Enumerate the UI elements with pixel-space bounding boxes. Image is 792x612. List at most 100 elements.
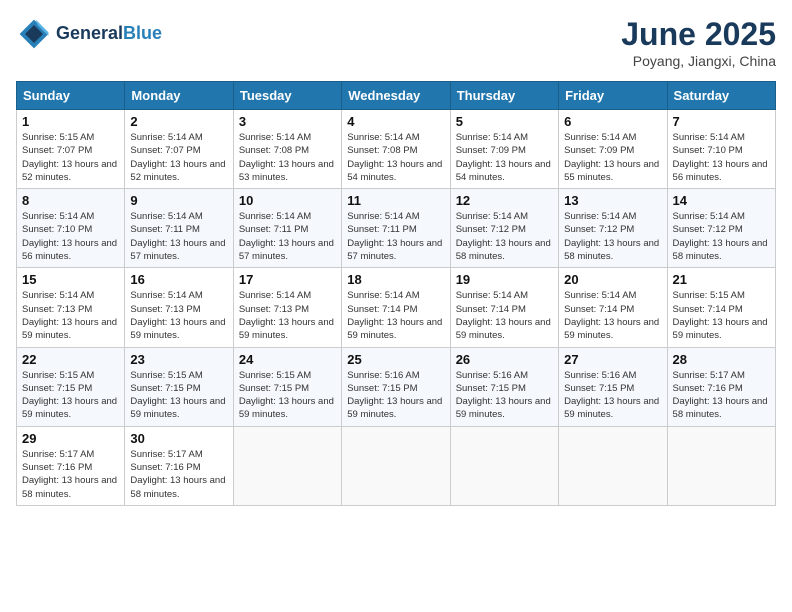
calendar-cell: 26 Sunrise: 5:16 AMSunset: 7:15 PMDaylig… xyxy=(450,347,558,426)
day-number: 22 xyxy=(22,352,119,367)
day-detail: Sunrise: 5:14 AMSunset: 7:08 PMDaylight:… xyxy=(239,131,336,184)
day-number: 26 xyxy=(456,352,553,367)
calendar-cell: 20 Sunrise: 5:14 AMSunset: 7:14 PMDaylig… xyxy=(559,268,667,347)
weekday-header-row: SundayMondayTuesdayWednesdayThursdayFrid… xyxy=(17,82,776,110)
calendar-cell: 2 Sunrise: 5:14 AMSunset: 7:07 PMDayligh… xyxy=(125,110,233,189)
day-detail: Sunrise: 5:14 AMSunset: 7:11 PMDaylight:… xyxy=(239,210,336,263)
day-detail: Sunrise: 5:14 AMSunset: 7:12 PMDaylight:… xyxy=(456,210,553,263)
day-number: 4 xyxy=(347,114,444,129)
calendar-cell: 18 Sunrise: 5:14 AMSunset: 7:14 PMDaylig… xyxy=(342,268,450,347)
day-number: 23 xyxy=(130,352,227,367)
calendar-week-row: 8 Sunrise: 5:14 AMSunset: 7:10 PMDayligh… xyxy=(17,189,776,268)
day-detail: Sunrise: 5:14 AMSunset: 7:14 PMDaylight:… xyxy=(564,289,661,342)
day-detail: Sunrise: 5:14 AMSunset: 7:10 PMDaylight:… xyxy=(673,131,770,184)
calendar-cell: 28 Sunrise: 5:17 AMSunset: 7:16 PMDaylig… xyxy=(667,347,775,426)
day-detail: Sunrise: 5:14 AMSunset: 7:14 PMDaylight:… xyxy=(347,289,444,342)
calendar-cell: 7 Sunrise: 5:14 AMSunset: 7:10 PMDayligh… xyxy=(667,110,775,189)
weekday-header: Wednesday xyxy=(342,82,450,110)
day-number: 3 xyxy=(239,114,336,129)
day-detail: Sunrise: 5:15 AMSunset: 7:07 PMDaylight:… xyxy=(22,131,119,184)
day-detail: Sunrise: 5:15 AMSunset: 7:15 PMDaylight:… xyxy=(239,369,336,422)
day-detail: Sunrise: 5:14 AMSunset: 7:07 PMDaylight:… xyxy=(130,131,227,184)
calendar-cell: 14 Sunrise: 5:14 AMSunset: 7:12 PMDaylig… xyxy=(667,189,775,268)
calendar-cell: 1 Sunrise: 5:15 AMSunset: 7:07 PMDayligh… xyxy=(17,110,125,189)
calendar-cell: 6 Sunrise: 5:14 AMSunset: 7:09 PMDayligh… xyxy=(559,110,667,189)
calendar-week-row: 29 Sunrise: 5:17 AMSunset: 7:16 PMDaylig… xyxy=(17,426,776,505)
calendar-cell: 30 Sunrise: 5:17 AMSunset: 7:16 PMDaylig… xyxy=(125,426,233,505)
day-detail: Sunrise: 5:14 AMSunset: 7:13 PMDaylight:… xyxy=(239,289,336,342)
day-detail: Sunrise: 5:14 AMSunset: 7:12 PMDaylight:… xyxy=(673,210,770,263)
calendar-table: SundayMondayTuesdayWednesdayThursdayFrid… xyxy=(16,81,776,506)
weekday-header: Monday xyxy=(125,82,233,110)
day-detail: Sunrise: 5:15 AMSunset: 7:15 PMDaylight:… xyxy=(130,369,227,422)
day-number: 18 xyxy=(347,272,444,287)
day-detail: Sunrise: 5:14 AMSunset: 7:12 PMDaylight:… xyxy=(564,210,661,263)
calendar-cell: 13 Sunrise: 5:14 AMSunset: 7:12 PMDaylig… xyxy=(559,189,667,268)
calendar-cell: 29 Sunrise: 5:17 AMSunset: 7:16 PMDaylig… xyxy=(17,426,125,505)
day-number: 29 xyxy=(22,431,119,446)
day-detail: Sunrise: 5:16 AMSunset: 7:15 PMDaylight:… xyxy=(347,369,444,422)
day-number: 7 xyxy=(673,114,770,129)
calendar-cell: 21 Sunrise: 5:15 AMSunset: 7:14 PMDaylig… xyxy=(667,268,775,347)
logo-icon xyxy=(16,16,52,52)
day-detail: Sunrise: 5:14 AMSunset: 7:08 PMDaylight:… xyxy=(347,131,444,184)
calendar-cell xyxy=(342,426,450,505)
calendar-cell: 5 Sunrise: 5:14 AMSunset: 7:09 PMDayligh… xyxy=(450,110,558,189)
calendar-cell: 15 Sunrise: 5:14 AMSunset: 7:13 PMDaylig… xyxy=(17,268,125,347)
calendar-cell: 17 Sunrise: 5:14 AMSunset: 7:13 PMDaylig… xyxy=(233,268,341,347)
day-number: 16 xyxy=(130,272,227,287)
calendar-cell xyxy=(667,426,775,505)
calendar-cell: 3 Sunrise: 5:14 AMSunset: 7:08 PMDayligh… xyxy=(233,110,341,189)
weekday-header: Saturday xyxy=(667,82,775,110)
day-number: 24 xyxy=(239,352,336,367)
day-number: 8 xyxy=(22,193,119,208)
day-number: 14 xyxy=(673,193,770,208)
day-number: 13 xyxy=(564,193,661,208)
day-number: 10 xyxy=(239,193,336,208)
day-number: 19 xyxy=(456,272,553,287)
calendar-cell: 4 Sunrise: 5:14 AMSunset: 7:08 PMDayligh… xyxy=(342,110,450,189)
page-header: GeneralBlue June 2025 Poyang, Jiangxi, C… xyxy=(16,16,776,69)
day-number: 9 xyxy=(130,193,227,208)
logo-text: GeneralBlue xyxy=(56,23,162,45)
day-number: 5 xyxy=(456,114,553,129)
calendar-cell: 8 Sunrise: 5:14 AMSunset: 7:10 PMDayligh… xyxy=(17,189,125,268)
title-area: June 2025 Poyang, Jiangxi, China xyxy=(621,16,776,69)
calendar-week-row: 15 Sunrise: 5:14 AMSunset: 7:13 PMDaylig… xyxy=(17,268,776,347)
day-detail: Sunrise: 5:14 AMSunset: 7:13 PMDaylight:… xyxy=(22,289,119,342)
calendar-title: June 2025 xyxy=(621,16,776,53)
day-detail: Sunrise: 5:14 AMSunset: 7:09 PMDaylight:… xyxy=(564,131,661,184)
day-detail: Sunrise: 5:14 AMSunset: 7:11 PMDaylight:… xyxy=(347,210,444,263)
weekday-header: Thursday xyxy=(450,82,558,110)
day-number: 11 xyxy=(347,193,444,208)
calendar-cell xyxy=(559,426,667,505)
day-detail: Sunrise: 5:17 AMSunset: 7:16 PMDaylight:… xyxy=(130,448,227,501)
day-detail: Sunrise: 5:15 AMSunset: 7:15 PMDaylight:… xyxy=(22,369,119,422)
calendar-cell: 19 Sunrise: 5:14 AMSunset: 7:14 PMDaylig… xyxy=(450,268,558,347)
day-detail: Sunrise: 5:14 AMSunset: 7:09 PMDaylight:… xyxy=(456,131,553,184)
calendar-cell xyxy=(450,426,558,505)
day-detail: Sunrise: 5:14 AMSunset: 7:11 PMDaylight:… xyxy=(130,210,227,263)
day-detail: Sunrise: 5:16 AMSunset: 7:15 PMDaylight:… xyxy=(564,369,661,422)
calendar-cell: 10 Sunrise: 5:14 AMSunset: 7:11 PMDaylig… xyxy=(233,189,341,268)
calendar-cell: 12 Sunrise: 5:14 AMSunset: 7:12 PMDaylig… xyxy=(450,189,558,268)
calendar-cell: 27 Sunrise: 5:16 AMSunset: 7:15 PMDaylig… xyxy=(559,347,667,426)
calendar-cell: 11 Sunrise: 5:14 AMSunset: 7:11 PMDaylig… xyxy=(342,189,450,268)
day-number: 27 xyxy=(564,352,661,367)
calendar-cell xyxy=(233,426,341,505)
calendar-week-row: 1 Sunrise: 5:15 AMSunset: 7:07 PMDayligh… xyxy=(17,110,776,189)
day-number: 21 xyxy=(673,272,770,287)
day-number: 25 xyxy=(347,352,444,367)
logo: GeneralBlue xyxy=(16,16,162,52)
day-number: 15 xyxy=(22,272,119,287)
day-detail: Sunrise: 5:17 AMSunset: 7:16 PMDaylight:… xyxy=(673,369,770,422)
day-number: 12 xyxy=(456,193,553,208)
calendar-cell: 22 Sunrise: 5:15 AMSunset: 7:15 PMDaylig… xyxy=(17,347,125,426)
day-number: 6 xyxy=(564,114,661,129)
day-number: 30 xyxy=(130,431,227,446)
day-number: 2 xyxy=(130,114,227,129)
calendar-cell: 9 Sunrise: 5:14 AMSunset: 7:11 PMDayligh… xyxy=(125,189,233,268)
calendar-cell: 25 Sunrise: 5:16 AMSunset: 7:15 PMDaylig… xyxy=(342,347,450,426)
day-detail: Sunrise: 5:14 AMSunset: 7:10 PMDaylight:… xyxy=(22,210,119,263)
calendar-cell: 24 Sunrise: 5:15 AMSunset: 7:15 PMDaylig… xyxy=(233,347,341,426)
